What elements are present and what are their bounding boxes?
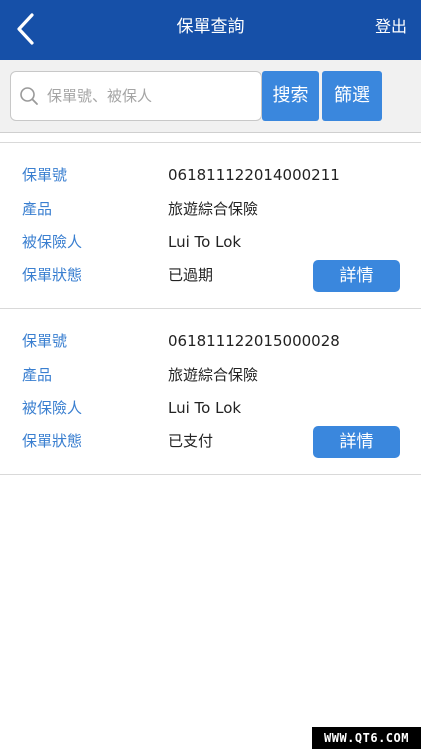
status-value: 已過期 [168,266,214,284]
insured-value: Lui To Lok [168,399,242,417]
status-label: 保單狀態 [22,266,83,284]
status-label: 保單狀態 [22,432,83,450]
search-button[interactable]: 搜索 [262,71,319,121]
policy-card: 保單號 061811122015000028 產品 旅遊綜合保險 被保險人 Lu… [0,309,421,475]
detail-button[interactable]: 詳情 [313,260,400,292]
product-value: 旅遊綜合保險 [168,200,259,218]
product-value: 旅遊綜合保險 [168,366,259,384]
insured-row: 被保險人 Lui To Lok [0,396,421,420]
app-header: 保單查詢 登出 [0,0,421,60]
logout-button[interactable]: 登出 [375,0,407,54]
search-bar: 搜索 篩選 [0,60,421,133]
status-value: 已支付 [168,432,214,450]
search-icon [20,87,38,105]
insured-value: Lui To Lok [168,233,242,251]
policy-no-value: 061811122015000028 [168,332,340,350]
insured-label: 被保險人 [22,233,83,251]
insured-row: 被保險人 Lui To Lok [0,230,421,254]
policy-no-row: 保單號 061811122015000028 [0,329,421,353]
site-watermark: WWW.QT6.COM [312,727,421,749]
policy-no-label: 保單號 [22,166,68,184]
product-row: 產品 旅遊綜合保險 [0,363,421,387]
insured-label: 被保險人 [22,399,83,417]
search-input[interactable] [47,72,257,120]
policy-list: 保單號 061811122014000211 產品 旅遊綜合保險 被保險人 Lu… [0,142,421,475]
policy-no-row: 保單號 061811122014000211 [0,163,421,187]
product-label: 產品 [22,200,53,218]
product-row: 產品 旅遊綜合保險 [0,197,421,221]
filter-button[interactable]: 篩選 [322,71,382,121]
page-title: 保單查詢 [176,17,245,37]
product-label: 產品 [22,366,53,384]
policy-no-value: 061811122014000211 [168,166,340,184]
detail-button[interactable]: 詳情 [313,426,400,458]
policy-no-label: 保單號 [22,332,68,350]
policy-card: 保單號 061811122014000211 產品 旅遊綜合保險 被保險人 Lu… [0,143,421,309]
search-box[interactable] [10,71,262,121]
